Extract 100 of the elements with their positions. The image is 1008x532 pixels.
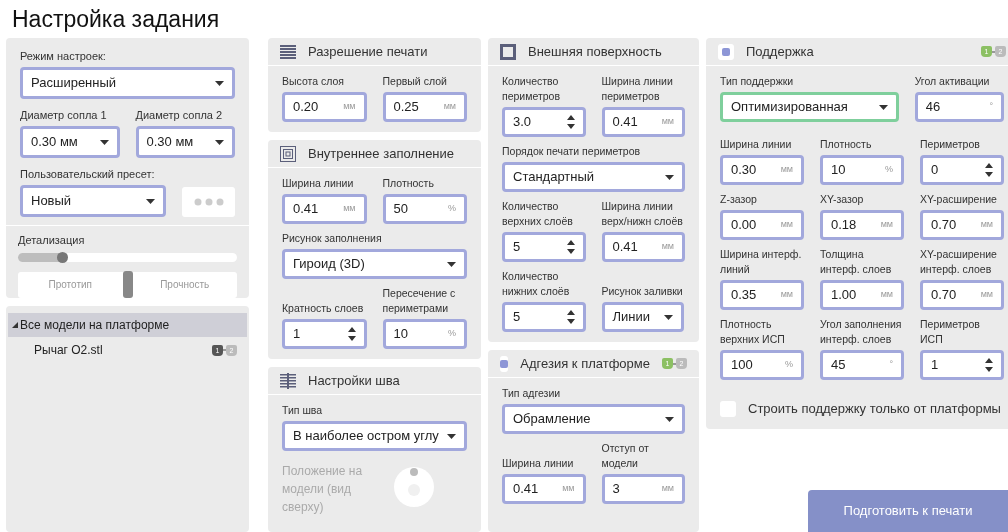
page-title: Настройка задания	[11, 5, 221, 34]
field-label: Ширина интерф. линий	[720, 247, 803, 277]
caret-icon	[447, 261, 456, 267]
field-label: Плотность верхних ИСП	[720, 317, 786, 347]
spinner-arrows-icon	[566, 239, 575, 255]
dropdown[interactable]: В наиболее остром углу	[282, 421, 467, 451]
number-field[interactable]: 0.20 мм	[282, 92, 367, 122]
more-button[interactable]	[182, 187, 235, 217]
checkbox-label: Строить поддержку только от платформы	[748, 400, 1001, 418]
number-field[interactable]: 0.30 мм	[720, 155, 804, 185]
number-field[interactable]: 0.41 мм	[601, 232, 685, 262]
model-name[interactable]: Рычаг О2.stl	[34, 341, 212, 359]
field-label: Первый слой	[382, 74, 448, 89]
square-outline-icon	[500, 43, 516, 60]
dropdown[interactable]: Гироид (3D)	[282, 249, 467, 279]
spinner-field[interactable]: 1	[920, 350, 1004, 380]
caret-icon	[99, 139, 109, 145]
number-field[interactable]: 0.35 мм	[720, 280, 804, 310]
caret-icon	[215, 139, 224, 145]
spinner-arrows-icon	[566, 309, 575, 325]
spinner-arrows-icon	[985, 162, 993, 178]
dropdown[interactable]: 0.30 мм	[20, 126, 120, 158]
field-label: Пересечение с периметрами	[382, 286, 457, 316]
field-label: Периметров	[920, 137, 981, 152]
field-label: XY-расширение интерф. слоев	[920, 247, 998, 277]
dropdown[interactable]: Расширенный	[20, 67, 235, 99]
seam-position-dial	[393, 466, 435, 508]
field-label: Тип поддержки	[720, 74, 795, 89]
field-label: Тип адгезии	[502, 386, 562, 401]
field-label: XY-расширение	[920, 192, 998, 207]
field-label: Ширина линии	[720, 137, 793, 152]
number-field[interactable]: 0.70 мм	[920, 280, 1004, 310]
nested-squares-icon	[280, 145, 296, 162]
section-title: Внутреннее заполнение	[308, 144, 456, 163]
dropdown[interactable]: 0.30 мм	[135, 126, 235, 158]
field-label: Пользовательский пресет:	[20, 167, 156, 182]
field-label: Z-зазор	[720, 192, 758, 207]
field-label: Рисунок заливки	[601, 284, 684, 299]
spinner-field[interactable]: 5	[502, 302, 586, 332]
number-field[interactable]: 10 %	[382, 319, 467, 349]
section-checkbox[interactable]	[500, 355, 509, 372]
caret-icon	[665, 416, 674, 422]
field-label: Режим настроек:	[20, 49, 107, 64]
spinner-arrows-icon	[566, 114, 575, 130]
dropdown[interactable]: Обрамление	[502, 404, 685, 434]
section-title: Поддержка	[746, 42, 815, 61]
spinner-field[interactable]: 0	[920, 155, 1004, 185]
field-label: Кратность слоев	[282, 301, 365, 316]
number-field[interactable]: 100 %	[720, 350, 804, 380]
field-label: XY-зазор	[820, 192, 865, 207]
field-label: Угол активации	[914, 74, 991, 89]
spinner-field[interactable]: 5	[502, 232, 586, 262]
caret-icon	[447, 433, 456, 439]
dropdown[interactable]: Оптимизированная	[720, 92, 899, 122]
field-label: Тип шва	[282, 403, 324, 418]
number-field[interactable]: 46 °	[914, 92, 1004, 122]
number-field[interactable]: 50 %	[382, 194, 467, 224]
spinner-arrows-icon	[347, 326, 356, 342]
section-checkbox[interactable]	[718, 43, 734, 60]
spinner-field[interactable]: 1	[282, 319, 367, 349]
number-field[interactable]: 0.41 мм	[282, 194, 367, 224]
field-label: Плотность	[820, 137, 873, 152]
field-label: Высота слоя	[282, 74, 345, 89]
field-label: Ширина линии периметров	[601, 74, 674, 104]
field-label: Ширина линии	[282, 176, 355, 191]
dropdown[interactable]: Стандартный	[502, 162, 685, 192]
number-field[interactable]: 0.41 мм	[601, 107, 685, 137]
section-title: Настройки шва	[308, 371, 401, 390]
number-field[interactable]: 0.70 мм	[920, 210, 1004, 240]
caret-icon	[665, 174, 674, 180]
number-field[interactable]: 45 °	[820, 350, 904, 380]
detail-slider[interactable]	[18, 252, 237, 262]
field-label: Ширина линии верх/нижн слоёв	[601, 199, 684, 229]
section-title: Разрешение печати	[308, 42, 429, 61]
number-field[interactable]: 0.25 мм	[382, 92, 467, 122]
caret-icon	[146, 198, 155, 204]
field-label: Рисунок заполнения	[282, 231, 383, 246]
field-label: Количество периметров	[502, 74, 561, 104]
caret-icon	[663, 314, 673, 320]
field-label: Плотность	[382, 176, 435, 191]
tree-item[interactable]: Все модели на платформе	[8, 313, 247, 337]
number-field[interactable]: 10 %	[820, 155, 904, 185]
section-title: Адгезия к платформе	[520, 354, 650, 373]
field-label: Отступ от модели	[601, 441, 650, 471]
caret-icon	[878, 104, 888, 110]
number-field[interactable]: 0.00 мм	[720, 210, 804, 240]
number-field[interactable]: 1.00 мм	[820, 280, 904, 310]
spinner-arrows-icon	[985, 357, 993, 373]
expand-triangle-icon	[12, 322, 18, 328]
spinner-field[interactable]: 3.0	[502, 107, 586, 137]
number-field[interactable]: 0.41 мм	[502, 474, 586, 504]
number-field[interactable]: 3 мм	[601, 474, 685, 504]
more-icon	[193, 198, 224, 206]
field-label: Порядок печати периметров	[502, 144, 642, 159]
dropdown[interactable]: Новый	[20, 185, 166, 217]
field-label: Диаметр сопла 1	[20, 108, 108, 123]
number-field[interactable]: 0.18 мм	[820, 210, 904, 240]
dropdown[interactable]: Линии	[601, 302, 684, 332]
field-label: Периметров ИСП	[920, 317, 981, 347]
field-label: Количество верхних слоёв	[502, 199, 574, 229]
